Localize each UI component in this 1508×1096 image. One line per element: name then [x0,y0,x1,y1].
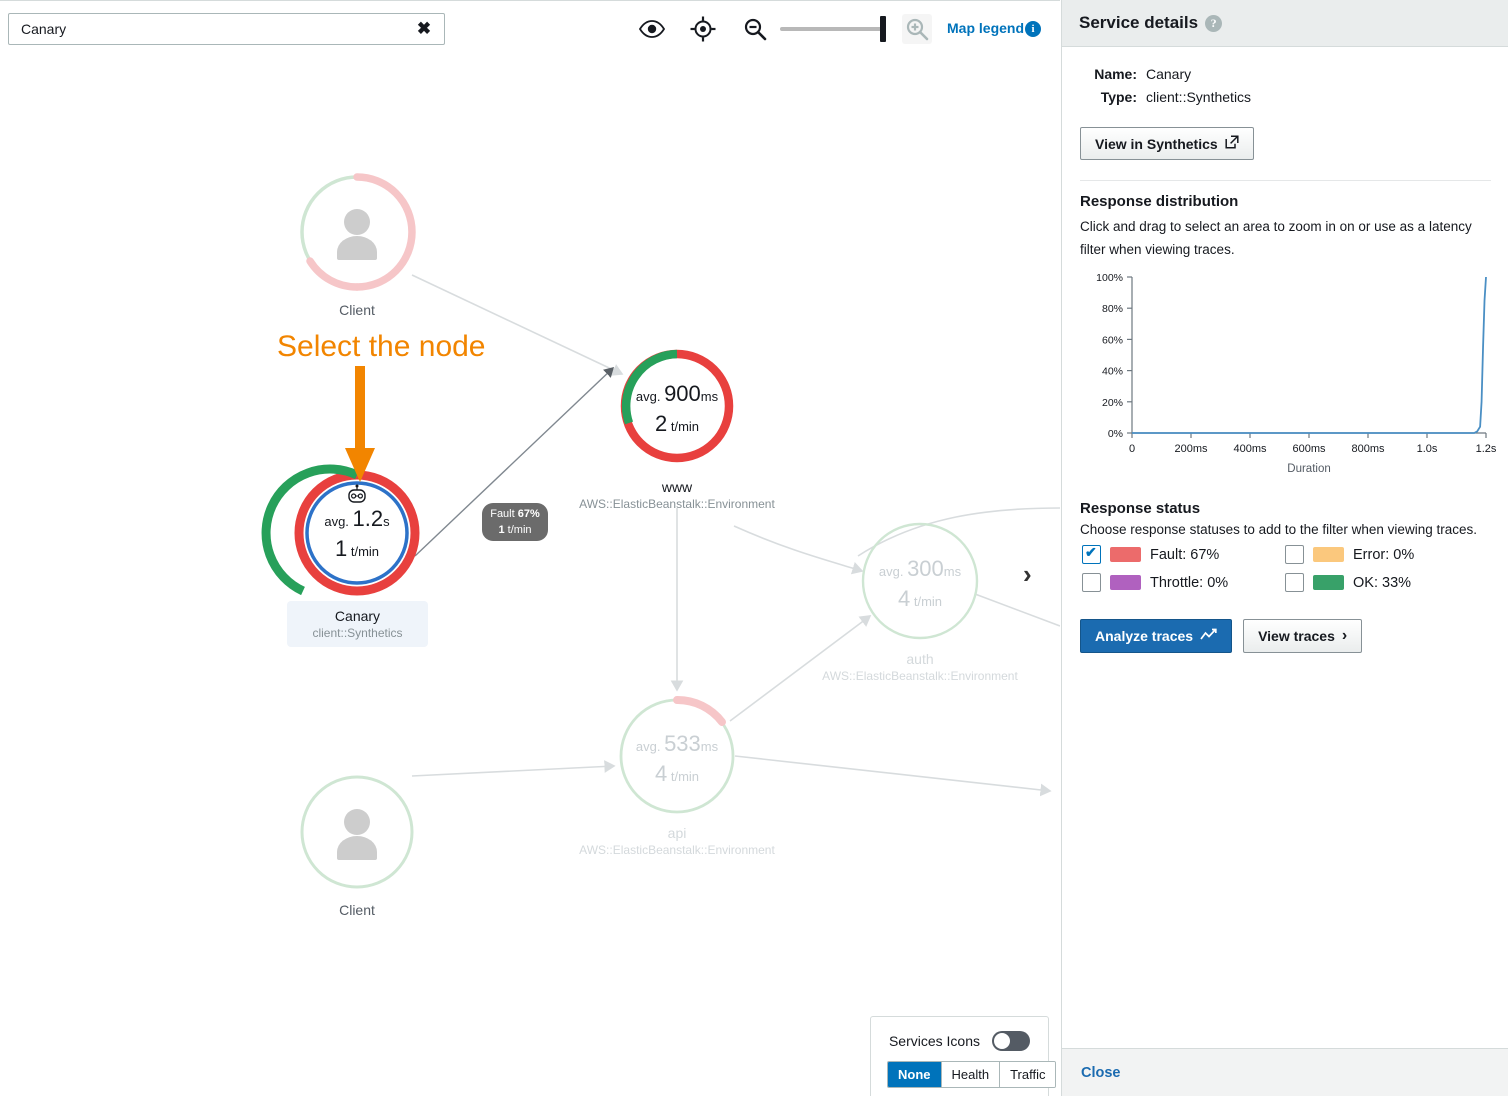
svg-text:40%: 40% [1102,366,1123,378]
svg-text:800ms: 800ms [1351,443,1385,455]
response-distribution-description: Click and drag to select an area to zoom… [1080,215,1491,261]
node-label-box-canary[interactable] [287,601,428,647]
svg-text:Duration: Duration [1287,463,1330,475]
edge-badge-fault[interactable]: Fault 67% 1 t/min [482,503,548,541]
zoom-in-icon[interactable] [902,14,932,44]
annotation-arrow-down [342,366,378,484]
fault-badge-percent: 67% [518,508,540,520]
external-link-icon [1225,135,1239,152]
search-input[interactable] [9,14,409,44]
view-traces-label: View traces [1258,628,1335,644]
svg-text:0: 0 [1129,443,1135,455]
service-details-panel: Service details ? Name: Canary Type: cli… [1061,0,1508,1096]
segment-health[interactable]: Health [942,1062,1001,1087]
ok-label: OK: 33% [1353,575,1411,591]
response-distribution-chart[interactable]: 0% 20% 40% 60% 80% 100% 0 200ms 400ms 600ms 800ms 1… [1076,265,1496,488]
panel-footer: Close [1062,1048,1508,1096]
crosshair-icon[interactable] [688,14,718,44]
line-chart-icon [1200,628,1217,645]
eye-icon[interactable] [637,14,667,44]
response-status-description: Choose response statuses to add to the f… [1080,522,1477,537]
page-title: Service details [1079,13,1198,33]
node-resize-segmented-control[interactable]: None Health Traffic [887,1061,1056,1088]
service-map-canvas[interactable]: avg. 1.2s 1 t/min avg. 900ms 2 t/min avg… [0,56,1060,1096]
fault-color-swatch [1110,547,1141,562]
status-item-fault[interactable]: Fault: 67% [1082,545,1285,564]
type-key: Type: [1080,89,1137,105]
chevron-right-icon: › [1342,627,1347,645]
response-status-list: Fault: 67% Error: 0% Throttle: 0% OK: 33… [1082,545,1492,592]
close-button[interactable]: Close [1081,1065,1121,1081]
trace-buttons: Analyze traces View traces › [1080,619,1362,653]
service-key-values: Name: Canary Type: client::Synthetics [1080,66,1251,112]
name-value: Canary [1146,66,1191,82]
map-controls-panel: Services Icons None Health Traffic No no… [870,1016,1049,1096]
ok-color-swatch [1313,575,1344,590]
svg-text:0%: 0% [1108,428,1123,440]
throttle-checkbox[interactable] [1082,573,1101,592]
error-checkbox[interactable] [1285,545,1304,564]
analyze-traces-label: Analyze traces [1095,628,1193,644]
panel-header: Service details ? [1062,0,1508,47]
info-icon[interactable]: i [1025,21,1041,37]
name-key: Name: [1080,66,1137,82]
svg-text:80%: 80% [1102,303,1123,315]
view-in-synthetics-button[interactable]: View in Synthetics [1080,127,1254,160]
row-type: Type: client::Synthetics [1080,89,1251,105]
svg-text:1.0s: 1.0s [1417,443,1438,455]
status-item-error[interactable]: Error: 0% [1285,545,1488,564]
services-icons-label: Services Icons [889,1033,980,1049]
svg-text:1.2s: 1.2s [1476,443,1496,455]
analyze-traces-button[interactable]: Analyze traces [1080,619,1232,653]
error-color-swatch [1313,547,1344,562]
service-map-graph [0,56,1060,1096]
zoom-slider[interactable] [780,27,885,31]
view-in-synthetics-label: View in Synthetics [1095,136,1218,152]
help-icon[interactable]: ? [1205,15,1222,32]
throttle-label: Throttle: 0% [1150,575,1228,591]
type-value: client::Synthetics [1146,89,1251,105]
segment-traffic[interactable]: Traffic [1000,1062,1055,1087]
map-toolbar: ✖ Map leg [0,0,1060,56]
map-legend-link[interactable]: Map legend [947,20,1024,36]
response-distribution-title: Response distribution [1080,193,1238,210]
fault-checkbox[interactable] [1082,545,1101,564]
view-traces-button[interactable]: View traces › [1243,619,1362,653]
throttle-color-swatch [1110,575,1141,590]
panel-body: Name: Canary Type: client::Synthetics Vi… [1062,47,1508,1048]
svg-text:400ms: 400ms [1233,443,1267,455]
expand-right-chevron[interactable]: › [1023,559,1032,590]
status-item-ok[interactable]: OK: 33% [1285,573,1488,592]
services-icons-toggle[interactable] [992,1031,1030,1051]
search-box[interactable]: ✖ [8,13,445,45]
segment-none[interactable]: None [888,1062,942,1087]
fault-badge-rate-unit: t/min [508,524,532,536]
svg-text:60%: 60% [1102,334,1123,346]
fault-label: Fault: 67% [1150,547,1219,563]
clear-search-icon[interactable]: ✖ [412,18,436,40]
services-icons-row: Services Icons [871,1031,1048,1051]
svg-text:100%: 100% [1096,272,1123,284]
row-name: Name: Canary [1080,66,1251,82]
fault-badge-rate: 1 [498,524,504,536]
svg-text:200ms: 200ms [1174,443,1208,455]
zoom-slider-handle[interactable] [880,16,886,42]
svg-text:600ms: 600ms [1292,443,1326,455]
fault-badge-label: Fault [490,508,514,520]
status-item-throttle[interactable]: Throttle: 0% [1082,573,1285,592]
ok-checkbox[interactable] [1285,573,1304,592]
zoom-out-icon[interactable] [740,14,770,44]
response-status-title: Response status [1080,500,1200,517]
error-label: Error: 0% [1353,547,1414,563]
panel-divider [1080,180,1491,181]
svg-text:20%: 20% [1102,397,1123,409]
